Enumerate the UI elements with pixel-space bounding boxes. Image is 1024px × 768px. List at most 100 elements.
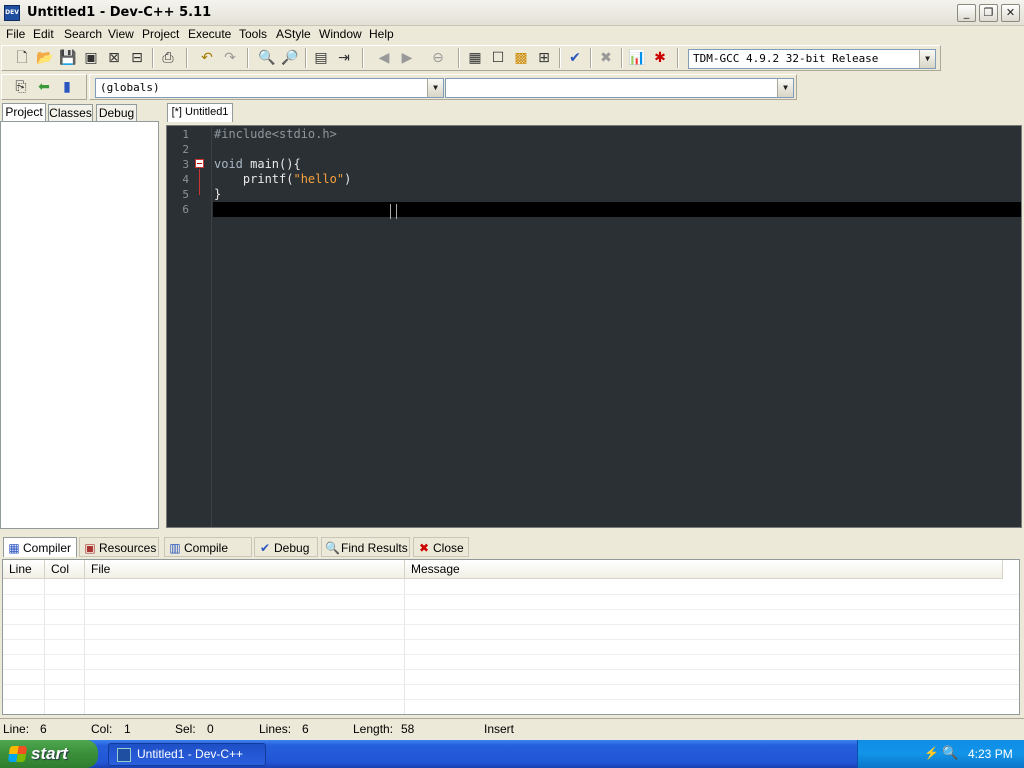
text-cursor-icon	[390, 204, 397, 219]
tab-close[interactable]: ✖ Close	[413, 537, 469, 557]
prev-icon[interactable]: ◀	[375, 49, 393, 67]
check-syntax-icon[interactable]: ✔	[566, 49, 584, 67]
windows-logo-icon	[7, 746, 28, 762]
goto-icon[interactable]: ⬅	[35, 78, 53, 96]
secondary-toolbar: ⎘ ⬅ ▮	[1, 74, 87, 100]
menu-astyle[interactable]: AStyle	[276, 27, 311, 41]
tab-compile-log[interactable]: ▥Compile Log	[164, 537, 252, 575]
project-tree[interactable]	[0, 121, 159, 529]
menu-bar: File Edit Search View Project Execute To…	[0, 26, 1024, 44]
editor-tab-untitled1[interactable]: [*] Untitled1	[167, 103, 233, 122]
find-icon[interactable]: 🔍	[258, 49, 276, 67]
tab-label: Find Results	[341, 541, 408, 555]
fold-toggle-icon[interactable]	[195, 159, 204, 168]
grid-row-line	[3, 684, 1019, 685]
tab-classes[interactable]: Classes	[48, 104, 93, 122]
menu-window[interactable]: Window	[319, 27, 362, 41]
menu-edit[interactable]: Edit	[33, 27, 54, 41]
taskbar-item-devcpp[interactable]: Untitled1 - Dev-C++	[108, 743, 266, 766]
code-token: printf(	[242, 172, 294, 186]
stop-icon[interactable]: ⊖	[429, 49, 447, 67]
current-line-highlight	[213, 202, 1021, 217]
line-number: 2	[182, 143, 189, 156]
close-window-button[interactable]: ✕	[1001, 4, 1020, 22]
goto-line-icon[interactable]: ▤	[312, 49, 330, 67]
close-file-icon[interactable]: ⊠	[105, 49, 123, 67]
symbol-select[interactable]: ▼	[445, 78, 794, 98]
tab-label: Close	[433, 541, 464, 555]
save-icon[interactable]: 💾	[59, 49, 77, 67]
toolbar-separator	[590, 48, 592, 68]
undo-icon[interactable]: ↶	[198, 49, 216, 67]
devcpp-icon	[117, 748, 131, 762]
column-header-message[interactable]: Message	[405, 560, 1003, 579]
scope-select[interactable]: (globals) ▼	[95, 78, 444, 98]
tab-find-results[interactable]: 🔍 Find Results	[321, 537, 410, 557]
status-col-label: Col:	[91, 722, 113, 736]
column-header-col[interactable]: Col	[45, 560, 85, 579]
tab-debug-bottom[interactable]: ✔ Debug	[254, 537, 318, 557]
code-line: printf("hello")	[214, 172, 351, 186]
title-bar[interactable]: DEV Untitled1 - Dev-C++ 5.11 _ ❐ ✕	[0, 0, 1024, 26]
redo-icon[interactable]: ↷	[221, 49, 239, 67]
layout-window-icon[interactable]: ☐	[489, 49, 507, 67]
compiler-select-value: TDM-GCC 4.9.2 32-bit Release	[693, 52, 879, 65]
app-icon[interactable]: DEV	[4, 5, 20, 21]
minimize-button[interactable]: _	[957, 4, 976, 22]
compiler-messages-grid[interactable]: Line Col File Message	[2, 559, 1020, 715]
line-gutter: 1 2 3 4 5 6	[167, 126, 212, 527]
profile-icon[interactable]: ✱	[651, 49, 669, 67]
status-lines-label: Lines:	[259, 722, 292, 736]
layout-tiles-icon[interactable]: ⊞	[535, 49, 553, 67]
layout-grid-icon[interactable]: ▦	[466, 49, 484, 67]
tab-resources[interactable]: ▣ Resources	[79, 537, 159, 557]
abort-compile-icon[interactable]: ✖	[597, 49, 615, 67]
menu-help[interactable]: Help	[369, 27, 394, 41]
line-number: 5	[182, 188, 189, 201]
print-icon[interactable]: ⎙	[159, 49, 177, 67]
tab-project[interactable]: Project	[2, 103, 46, 122]
column-header-file[interactable]: File	[85, 560, 405, 579]
network-icon[interactable]: ⚡	[924, 746, 939, 760]
insert-icon[interactable]: ⎘	[12, 78, 30, 96]
compiler-select[interactable]: TDM-GCC 4.9.2 32-bit Release ▼	[688, 49, 936, 69]
toolbar-separator	[247, 48, 249, 68]
tab-debug-left[interactable]: Debug	[96, 104, 137, 122]
open-file-icon[interactable]: 📂	[36, 49, 54, 67]
menu-execute[interactable]: Execute	[188, 27, 231, 41]
close-icon: ✖	[418, 541, 430, 555]
class-browser-icon[interactable]: ▮	[58, 78, 76, 96]
replace-icon[interactable]: 🔎	[281, 49, 299, 67]
grid-column-line	[44, 579, 45, 714]
chevron-down-icon[interactable]: ▼	[777, 79, 793, 97]
chevron-down-icon[interactable]: ▼	[919, 50, 935, 68]
save-all-icon[interactable]: ▣	[82, 49, 100, 67]
line-number: 4	[182, 173, 189, 186]
clock[interactable]: 4:23 PM	[968, 747, 1013, 761]
menu-search[interactable]: Search	[64, 27, 102, 41]
menu-tools[interactable]: Tools	[239, 27, 267, 41]
tab-compiler[interactable]: ▦ Compiler	[3, 537, 77, 557]
chevron-down-icon[interactable]: ▼	[427, 79, 443, 97]
tab-label: Compiler	[23, 541, 72, 555]
bookmark-icon[interactable]: ⇥	[335, 49, 353, 67]
next-icon[interactable]: ▶	[398, 49, 416, 67]
search-tray-icon[interactable]: 🔍	[942, 745, 958, 761]
layout-split-icon[interactable]: ▩	[512, 49, 530, 67]
start-button[interactable]: start	[0, 740, 98, 768]
column-header-line[interactable]: Line	[3, 560, 45, 579]
menu-file[interactable]: File	[6, 27, 25, 41]
close-all-icon[interactable]: ⊟	[128, 49, 146, 67]
code-token: main(){	[242, 157, 301, 171]
keyword-token: void	[214, 157, 243, 171]
status-line-label: Line:	[3, 722, 30, 736]
chart-icon[interactable]: 📊	[628, 49, 646, 67]
menu-view[interactable]: View	[108, 27, 134, 41]
maximize-button[interactable]: ❐	[979, 4, 998, 22]
new-file-icon[interactable]: 🗋	[13, 49, 31, 67]
grid-row-line	[3, 609, 1019, 610]
code-editor[interactable]: 1 2 3 4 5 6 #include<stdio.h> void main(…	[166, 125, 1022, 528]
main-toolbar: 🗋 📂 💾 ▣ ⊠ ⊟ ⎙ ↶ ↷ 🔍 🔎 ▤ ⇥ ◀ ▶ ⊖ ▦ ☐ ▩ ⊞ …	[1, 45, 941, 71]
menu-project[interactable]: Project	[142, 27, 179, 41]
